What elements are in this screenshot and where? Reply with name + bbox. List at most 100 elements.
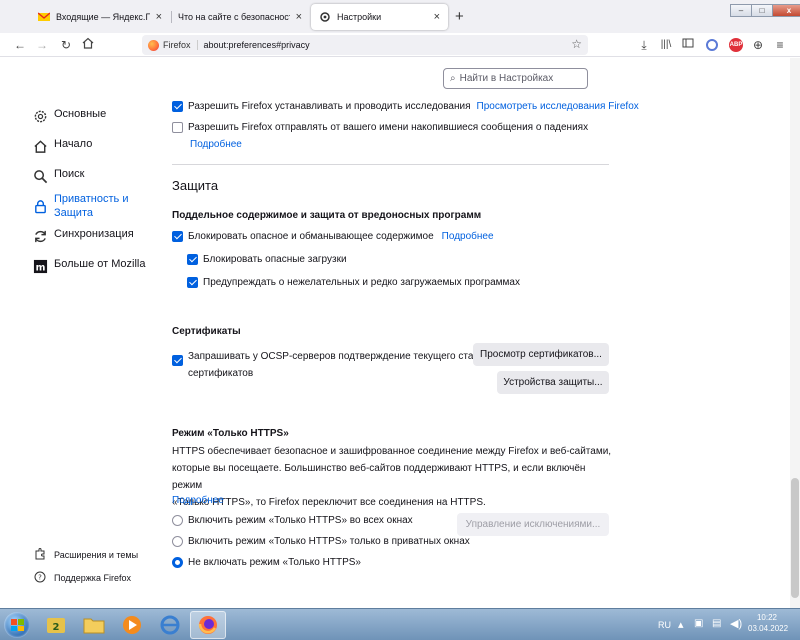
language-indicator[interactable]: RU bbox=[658, 620, 671, 630]
https-all-windows-radio[interactable] bbox=[172, 515, 183, 526]
tab-title: Входящие — Яндекс.Почта bbox=[56, 12, 150, 22]
sidebar-footer-label: Расширения и темы bbox=[54, 550, 139, 560]
crash-reports-checkbox[interactable] bbox=[172, 122, 183, 133]
sidebar-item-label: Основные bbox=[54, 108, 107, 120]
svg-text:2: 2 bbox=[53, 622, 60, 633]
ocsp-label-line: Запрашивать у OCSP-серверов подтверждени… bbox=[188, 351, 494, 362]
mozilla-icon: m bbox=[32, 258, 48, 274]
sidebar-item-home[interactable]: Начало bbox=[32, 138, 92, 154]
window-controls: – □ x bbox=[730, 4, 800, 17]
sidebar-item-label: Синхронизация bbox=[54, 228, 134, 240]
menu-icon[interactable]: ≡ bbox=[772, 37, 788, 53]
description-line: «Только HTTPS», то Firefox переключит вс… bbox=[172, 497, 486, 508]
sidebar-item-label: Начало bbox=[54, 138, 93, 150]
crash-reports-label: Разрешить Firefox отправлять от вашего и… bbox=[188, 122, 589, 133]
back-button[interactable]: ← bbox=[12, 37, 28, 53]
search-placeholder: Найти в Настройках bbox=[459, 73, 554, 84]
volume-icon[interactable]: ◀) bbox=[730, 617, 742, 630]
taskbar-app-ie[interactable] bbox=[152, 611, 188, 639]
sync-icon bbox=[32, 228, 48, 244]
ocsp-label-line: сертификатов bbox=[188, 368, 254, 379]
url-bar[interactable]: Firefox about:preferences#privacy ☆ bbox=[142, 35, 588, 55]
block-dangerous-row: Блокировать опасное и обманывающее содер… bbox=[172, 230, 494, 244]
https-off-radio[interactable] bbox=[172, 557, 183, 568]
search-icon: ⌕ bbox=[450, 73, 456, 84]
warn-unwanted-checkbox[interactable] bbox=[187, 277, 198, 288]
block-downloads-checkbox[interactable] bbox=[187, 254, 198, 265]
clock-date: 03.04.2022 bbox=[748, 624, 789, 633]
tab-settings[interactable]: Настройки × bbox=[311, 4, 448, 30]
taskbar-app-media-player[interactable] bbox=[114, 611, 150, 639]
view-studies-link[interactable]: Просмотреть исследования Firefox bbox=[477, 100, 639, 114]
sidebar-addons-link[interactable]: Расширения и темы bbox=[33, 548, 138, 562]
studies-checkbox[interactable] bbox=[172, 101, 183, 112]
ocsp-row: Запрашивать у OCSP-серверов подтверждени… bbox=[172, 348, 493, 382]
deceptive-content-heading: Поддельное содержимое и защита от вредон… bbox=[172, 210, 482, 221]
block-dangerous-checkbox[interactable] bbox=[172, 231, 183, 242]
protection-heading: Защита bbox=[172, 178, 219, 193]
crash-reports-row: Разрешить Firefox отправлять от вашего и… bbox=[172, 121, 588, 135]
https-private-windows-row: Включить режим «Только HTTPS» только в п… bbox=[172, 535, 470, 549]
url-text[interactable]: about:preferences#privacy bbox=[204, 40, 310, 50]
identity-label: Firefox bbox=[163, 40, 198, 50]
home-button[interactable] bbox=[80, 37, 96, 53]
preferences-page: ⌕ Найти в Настройках Основные Начало Пои… bbox=[0, 58, 790, 608]
search-icon bbox=[32, 168, 48, 184]
view-certificates-button[interactable]: Просмотр сертификатов... bbox=[473, 343, 609, 366]
security-devices-button[interactable]: Устройства защиты... bbox=[497, 371, 609, 394]
minimize-button[interactable]: – bbox=[730, 4, 752, 17]
maximize-button[interactable]: □ bbox=[751, 4, 773, 17]
navigation-toolbar: ← → ↻ Firefox about:preferences#privacy … bbox=[0, 33, 800, 57]
crash-learn-more-link[interactable]: Подробнее bbox=[190, 138, 242, 152]
https-learn-more-link[interactable]: Подробнее bbox=[172, 494, 224, 508]
ocsp-checkbox[interactable] bbox=[172, 355, 183, 366]
svg-text:?: ? bbox=[38, 574, 42, 582]
firefox-icon bbox=[198, 616, 217, 634]
library-button[interactable]: |||\ bbox=[658, 37, 674, 53]
reload-button[interactable]: ↻ bbox=[58, 37, 74, 53]
scrollbar-thumb[interactable] bbox=[791, 478, 799, 598]
start-button[interactable] bbox=[4, 612, 30, 638]
forward-button[interactable]: → bbox=[34, 37, 50, 53]
https-private-windows-radio[interactable] bbox=[172, 536, 183, 547]
close-window-button[interactable]: x bbox=[772, 4, 800, 17]
close-tab-icon[interactable]: × bbox=[434, 11, 440, 23]
search-input[interactable]: ⌕ Найти в Настройках bbox=[443, 68, 588, 89]
https-only-heading: Режим «Только HTTPS» bbox=[172, 428, 289, 439]
taskbar-app-games[interactable]: 2 bbox=[38, 611, 74, 639]
globe-icon[interactable]: ⊕ bbox=[750, 37, 766, 53]
vertical-scrollbar[interactable] bbox=[790, 58, 800, 608]
taskbar-app-explorer[interactable] bbox=[76, 611, 112, 639]
certificates-heading: Сертификаты bbox=[172, 326, 241, 337]
taskbar-app-firefox[interactable] bbox=[190, 611, 226, 639]
new-tab-button[interactable]: + bbox=[455, 8, 464, 25]
sidebar-item-search[interactable]: Поиск bbox=[32, 168, 84, 184]
downloads-button[interactable]: ⤓ bbox=[636, 37, 652, 53]
sidebar-icon bbox=[682, 38, 694, 48]
sidebar-item-label: Приватность и Защита bbox=[54, 193, 129, 219]
tab-security-article[interactable]: Что на сайте с безопасностью? - С × bbox=[170, 4, 310, 30]
adblock-icon[interactable]: ABP bbox=[729, 38, 743, 52]
sidebars-button[interactable] bbox=[680, 37, 696, 53]
description-line: которые вы посещаете. Большинство веб-са… bbox=[172, 463, 586, 491]
tab-yandex-mail[interactable]: Входящие — Яндекс.Почта × bbox=[30, 4, 170, 30]
close-tab-icon[interactable]: × bbox=[156, 11, 162, 23]
tray-app-icon[interactable]: ▣ bbox=[694, 618, 703, 629]
section-divider bbox=[172, 164, 609, 165]
tray-expand-icon[interactable]: ▴ bbox=[678, 618, 684, 631]
ocsp-label: Запрашивать у OCSP-серверов подтверждени… bbox=[188, 348, 493, 382]
manage-exceptions-button[interactable]: Управление исключениями... bbox=[457, 513, 609, 536]
sidebar-support-link[interactable]: ? Поддержка Firefox bbox=[33, 571, 131, 585]
close-tab-icon[interactable]: × bbox=[296, 11, 302, 23]
sidebar-item-general[interactable]: Основные bbox=[32, 108, 106, 124]
home-icon bbox=[82, 37, 94, 49]
sidebar-item-sync[interactable]: Синхронизация bbox=[32, 228, 134, 244]
system-clock[interactable]: 10:22 03.04.2022 bbox=[748, 612, 789, 634]
bookmark-star-icon[interactable]: ☆ bbox=[571, 37, 582, 51]
account-icon[interactable] bbox=[706, 39, 718, 51]
sidebar-item-privacy[interactable]: Приватность и Защита bbox=[32, 192, 142, 220]
block-dangerous-learn-more-link[interactable]: Подробнее bbox=[442, 230, 494, 244]
sidebar-item-mozilla[interactable]: m Больше от Mozilla bbox=[32, 258, 145, 274]
network-icon[interactable]: ▤ bbox=[712, 618, 721, 629]
studies-row: Разрешить Firefox устанавливать и провод… bbox=[172, 100, 639, 114]
